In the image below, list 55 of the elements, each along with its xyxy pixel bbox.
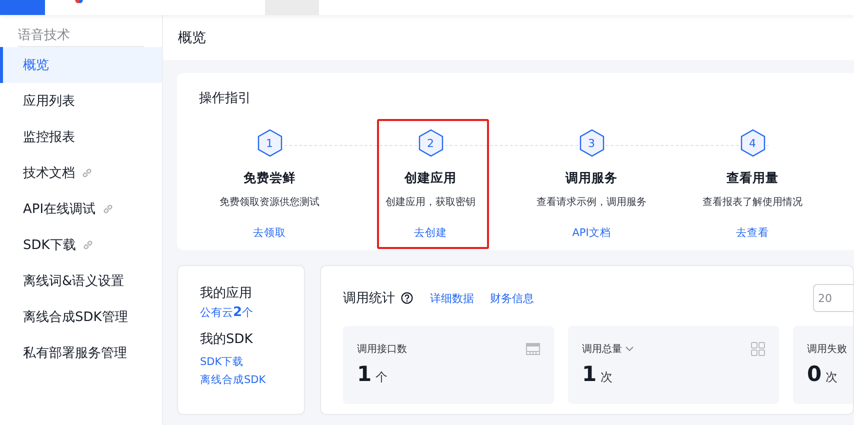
metric-label: 调用失败 — [807, 342, 847, 356]
guide-title: 操作指引 — [199, 90, 252, 107]
step-number-badge: 1 — [256, 129, 282, 157]
step-title: 免费尝鲜 — [244, 170, 296, 187]
sidebar-item[interactable]: 概览 — [0, 47, 162, 83]
sdk-link[interactable]: SDK下载 — [200, 355, 304, 369]
step-description: 免费领取资源供您测试 — [220, 196, 320, 209]
link-icon — [82, 239, 94, 251]
step-link[interactable]: 去查看 — [736, 226, 769, 240]
brand-bar — [0, 0, 45, 15]
sidebar-item[interactable]: 应用列表 — [0, 83, 162, 119]
step-link[interactable]: 去创建 — [414, 226, 447, 240]
link-icon — [102, 203, 114, 215]
sidebar-item[interactable]: 私有部署服务管理 — [0, 335, 162, 371]
stats-link[interactable]: 详细数据 — [430, 290, 474, 306]
metric-value: 1 — [357, 362, 372, 386]
sidebar-item[interactable]: 离线词&语义设置 — [0, 263, 162, 299]
step-title: 创建应用 — [404, 170, 456, 187]
step-description: 创建应用，获取密钥 — [386, 196, 476, 209]
metric-label: 调用接口数 — [357, 342, 407, 356]
stats-title: 调用统计 — [343, 290, 395, 307]
metric-unit: 次 — [826, 369, 838, 386]
stats-link[interactable]: 财务信息 — [490, 290, 534, 306]
table-icon — [526, 342, 540, 356]
metric-value: 1 — [582, 362, 597, 386]
step-description: 查看请求示例，调用服务 — [536, 196, 646, 209]
step-link[interactable]: API文档 — [572, 226, 611, 240]
metric-unit: 个 — [376, 369, 388, 386]
step-link[interactable]: 去领取 — [253, 226, 286, 240]
apps-title: 我的应用 — [200, 285, 253, 302]
date-field[interactable]: 20 — [813, 284, 853, 312]
sidebar-item[interactable]: 监控报表 — [0, 119, 162, 155]
step-description: 查看报表了解使用情况 — [702, 196, 802, 209]
sidebar-item[interactable]: SDK下载 — [0, 227, 162, 263]
sidebar-item[interactable]: 技术文档 — [0, 155, 162, 191]
step-number-badge: 3 — [578, 129, 604, 157]
grid-icon — [751, 342, 765, 356]
logo-icon — [73, 0, 85, 4]
metric-unit: 次 — [600, 369, 613, 386]
step-number-badge: 2 — [418, 129, 444, 157]
chevron-down-icon[interactable] — [625, 346, 634, 352]
sidebar-title: 语音技术 — [17, 27, 71, 45]
step-number-badge: 4 — [740, 129, 766, 157]
app-count-link[interactable]: 公有云2个 — [200, 305, 304, 320]
metric-value: 0 — [807, 362, 822, 386]
help-icon[interactable] — [401, 292, 413, 304]
sidebar-item[interactable]: API在线调试 — [0, 191, 162, 227]
sidebar-item[interactable]: 离线合成SDK管理 — [0, 299, 162, 335]
sdk-title: 我的SDK — [200, 331, 254, 348]
metric-label: 调用总量 — [582, 342, 622, 356]
step-title: 查看用量 — [726, 170, 778, 187]
sdk-link[interactable]: 离线合成SDK — [200, 373, 304, 387]
link-icon — [81, 167, 93, 179]
step-title: 调用服务 — [566, 170, 618, 187]
page-title: 概览 — [178, 28, 206, 46]
